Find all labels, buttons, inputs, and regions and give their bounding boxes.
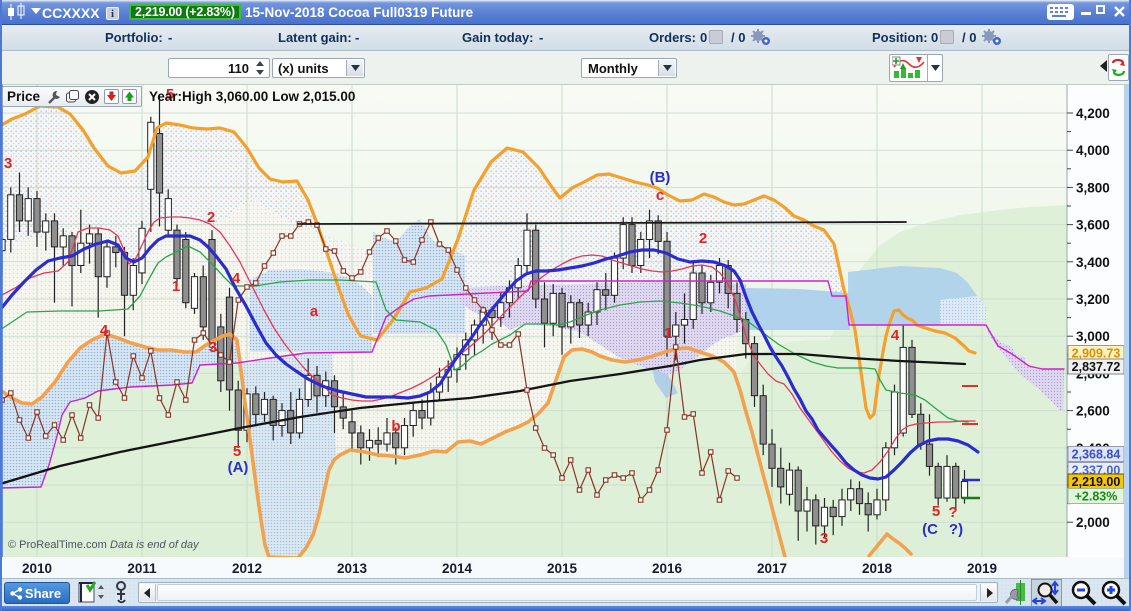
- svg-text:4: 4: [100, 322, 109, 339]
- svg-text:1: 1: [172, 278, 180, 295]
- svg-text:Data is end of day: Data is end of day: [110, 539, 200, 551]
- svg-text:2014: 2014: [442, 561, 473, 576]
- svg-text:2016: 2016: [652, 561, 683, 576]
- svg-text:4,200: 4,200: [1076, 106, 1110, 121]
- svg-text:2010: 2010: [22, 561, 52, 576]
- svg-text:2,219.00: 2,219.00: [1072, 475, 1121, 489]
- svg-text:3,800: 3,800: [1076, 180, 1110, 195]
- svg-text:5: 5: [932, 503, 940, 520]
- svg-text:2,909.73: 2,909.73: [1072, 347, 1121, 361]
- svg-text:?: ?: [948, 504, 957, 521]
- svg-text:2,000: 2,000: [1076, 515, 1110, 530]
- svg-text:a: a: [310, 303, 319, 320]
- svg-text:3,400: 3,400: [1076, 255, 1110, 270]
- svg-text:(A): (A): [228, 459, 249, 476]
- svg-text:5: 5: [233, 443, 241, 460]
- svg-text:4,000: 4,000: [1076, 143, 1110, 158]
- svg-text:2015: 2015: [547, 561, 578, 576]
- svg-text:© ProRealTime.com: © ProRealTime.com: [8, 539, 107, 551]
- svg-text:2,368.84: 2,368.84: [1072, 448, 1121, 462]
- svg-text:3: 3: [209, 339, 217, 356]
- svg-text:?): ?): [949, 521, 963, 538]
- svg-text:3,200: 3,200: [1076, 292, 1110, 307]
- svg-text:2,837.72: 2,837.72: [1072, 360, 1121, 374]
- svg-text:3,000: 3,000: [1076, 329, 1110, 344]
- svg-text:4: 4: [891, 327, 900, 344]
- svg-text:(B): (B): [650, 169, 671, 186]
- svg-text:2017: 2017: [757, 561, 787, 576]
- svg-text:b: b: [391, 418, 400, 435]
- svg-text:2018: 2018: [862, 561, 893, 576]
- svg-text:2011: 2011: [127, 561, 157, 576]
- svg-text:2: 2: [699, 230, 707, 247]
- svg-text:+2.83%: +2.83%: [1075, 490, 1118, 504]
- svg-text:2012: 2012: [232, 561, 262, 576]
- svg-text:2013: 2013: [337, 561, 368, 576]
- svg-text:3,600: 3,600: [1076, 218, 1110, 233]
- svg-text:3: 3: [820, 530, 828, 547]
- svg-text:2: 2: [207, 209, 215, 226]
- svg-text:2,600: 2,600: [1076, 404, 1110, 419]
- svg-text:(C: (C: [922, 521, 938, 538]
- svg-text:3: 3: [4, 155, 12, 172]
- svg-text:1: 1: [664, 325, 672, 342]
- svg-text:c: c: [656, 187, 664, 204]
- svg-text:2019: 2019: [967, 561, 997, 576]
- svg-text:4: 4: [232, 270, 241, 287]
